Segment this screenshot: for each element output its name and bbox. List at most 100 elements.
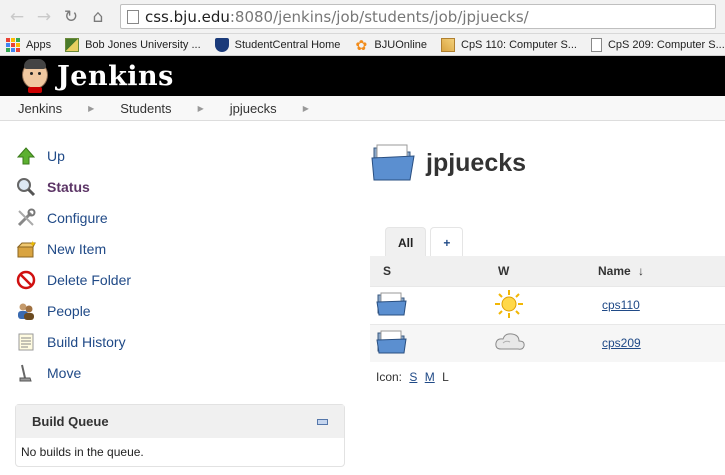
magnifier-icon	[15, 176, 37, 198]
bookmark-cps209[interactable]: CpS 209: Computer S...	[590, 37, 725, 52]
forward-arrow-icon[interactable]: →	[33, 6, 55, 28]
shield-icon	[214, 37, 229, 52]
bookmark-label: Bob Jones University ...	[85, 38, 201, 51]
column-header-status[interactable]: S	[370, 256, 494, 286]
page-icon	[127, 9, 139, 24]
tab-add-view[interactable]: +	[430, 227, 464, 257]
column-header-name-label[interactable]: Name	[598, 264, 631, 278]
breadcrumb-item-jenkins[interactable]: Jenkins ▶	[18, 101, 120, 116]
task-delete-folder[interactable]: Delete Folder	[15, 264, 345, 295]
page-title-area: jpjuecks	[370, 142, 526, 184]
job-link[interactable]: cps209	[602, 336, 641, 350]
icon-size-small[interactable]: S	[409, 370, 417, 384]
flower-icon: ✿	[355, 36, 368, 53]
status-cell	[370, 285, 494, 324]
jenkins-header: Jenkins	[0, 56, 725, 96]
folder-icon	[376, 330, 407, 354]
folder-large-icon	[371, 144, 415, 181]
cloudy-icon	[495, 333, 525, 350]
column-header-name[interactable]: Name ↓	[598, 256, 725, 286]
wrench-icon	[15, 207, 37, 229]
sort-arrow-icon[interactable]: ↓	[638, 264, 644, 278]
task-move[interactable]: Move	[15, 357, 345, 388]
breadcrumb-label[interactable]: Students	[120, 101, 171, 116]
job-link[interactable]: cps110	[602, 298, 640, 312]
task-label[interactable]: Move	[47, 365, 81, 381]
url-path: :8080/jenkins/job/students/job/jpjuecks/	[229, 7, 529, 26]
task-label[interactable]: Configure	[47, 210, 108, 226]
weather-cell	[494, 285, 598, 324]
jenkins-title[interactable]: Jenkins	[57, 61, 174, 92]
build-queue-panel: Build Queue No builds in the queue.	[15, 404, 345, 467]
bookmark-label: Apps	[26, 38, 52, 51]
bookmark-apps[interactable]: Apps	[6, 37, 52, 52]
icon-size-large: L	[442, 370, 449, 384]
svg-text:✦: ✦	[29, 240, 36, 250]
side-panel: Up Status Configure ✦ New Item Delete Fo…	[15, 140, 345, 388]
view-tabs: All +	[385, 227, 467, 257]
task-new-item[interactable]: ✦ New Item	[15, 233, 345, 264]
task-status[interactable]: Status	[15, 171, 345, 202]
table-row: cps110	[370, 285, 725, 324]
task-label[interactable]: Status	[47, 179, 90, 195]
breadcrumb-item-jpjuecks[interactable]: jpjuecks ▶	[230, 101, 335, 116]
breadcrumb-label[interactable]: jpjuecks	[230, 101, 277, 116]
icon-size-label: Icon:	[376, 370, 403, 384]
bookmark-label: BJUOnline	[374, 38, 427, 51]
people-icon	[15, 300, 37, 322]
build-queue-empty: No builds in the queue.	[21, 445, 144, 459]
table-row: cps209	[370, 323, 725, 362]
move-icon	[15, 362, 37, 384]
table-header-row: S W Name ↓	[370, 256, 725, 286]
browser-toolbar: ← → ↻ ⌂ css.bju.edu:8080/jenkins/job/stu…	[0, 0, 725, 34]
apps-grid-icon	[6, 37, 20, 52]
task-label[interactable]: Up	[47, 148, 65, 164]
jenkins-butler-logo[interactable]	[17, 58, 53, 94]
page-icon	[590, 37, 602, 52]
bookmarks-bar: Apps Bob Jones University ... StudentCen…	[0, 34, 725, 56]
task-people[interactable]: People	[15, 295, 345, 326]
page-title: jpjuecks	[426, 148, 527, 177]
bookmark-bjuonline[interactable]: ✿ BJUOnline	[354, 38, 427, 52]
breadcrumb-arrow-icon[interactable]: ▶	[303, 104, 309, 113]
breadcrumb-arrow-icon[interactable]: ▶	[198, 104, 204, 113]
bookmark-studentcentral[interactable]: StudentCentral Home	[214, 37, 340, 52]
task-label[interactable]: People	[47, 303, 91, 319]
back-arrow-icon[interactable]: ←	[6, 6, 28, 28]
task-label[interactable]: Delete Folder	[47, 272, 131, 288]
reload-icon[interactable]: ↻	[60, 6, 82, 28]
weather-cell	[494, 323, 598, 362]
up-arrow-icon	[15, 145, 37, 167]
icon-size-selector: Icon: S M L	[376, 370, 449, 384]
task-label[interactable]: New Item	[47, 241, 106, 257]
build-queue-title[interactable]: Build Queue	[32, 414, 109, 429]
task-label[interactable]: Build History	[47, 334, 126, 350]
cps-icon	[441, 37, 455, 52]
collapse-icon[interactable]	[317, 418, 328, 425]
url-host: css.bju.edu	[145, 7, 230, 26]
bju-icon	[65, 37, 80, 52]
bookmark-bju[interactable]: Bob Jones University ...	[65, 37, 201, 52]
breadcrumb: Jenkins ▶ Students ▶ jpjuecks ▶	[0, 96, 725, 121]
sunny-icon	[495, 289, 523, 318]
breadcrumb-item-students[interactable]: Students ▶	[120, 101, 229, 116]
icon-size-medium[interactable]: M	[425, 370, 435, 384]
home-icon[interactable]: ⌂	[87, 6, 109, 28]
name-cell: cps110	[598, 285, 725, 324]
task-build-history[interactable]: Build History	[15, 326, 345, 357]
breadcrumb-arrow-icon[interactable]: ▶	[88, 104, 94, 113]
notepad-icon	[15, 331, 37, 353]
bookmark-cps110[interactable]: CpS 110: Computer S...	[441, 37, 577, 52]
folder-icon	[376, 292, 407, 315]
address-bar[interactable]: css.bju.edu:8080/jenkins/job/students/jo…	[120, 4, 716, 29]
jobs-table: S W Name ↓ cps110 cps209	[370, 256, 725, 362]
no-entry-icon	[15, 269, 37, 291]
new-package-icon: ✦	[15, 238, 37, 260]
column-header-weather[interactable]: W	[494, 256, 598, 286]
task-configure[interactable]: Configure	[15, 202, 345, 233]
breadcrumb-label[interactable]: Jenkins	[18, 101, 62, 116]
name-cell: cps209	[598, 323, 725, 362]
build-queue-header: Build Queue	[16, 405, 344, 438]
tab-all[interactable]: All	[385, 227, 427, 257]
task-up[interactable]: Up	[15, 140, 345, 171]
